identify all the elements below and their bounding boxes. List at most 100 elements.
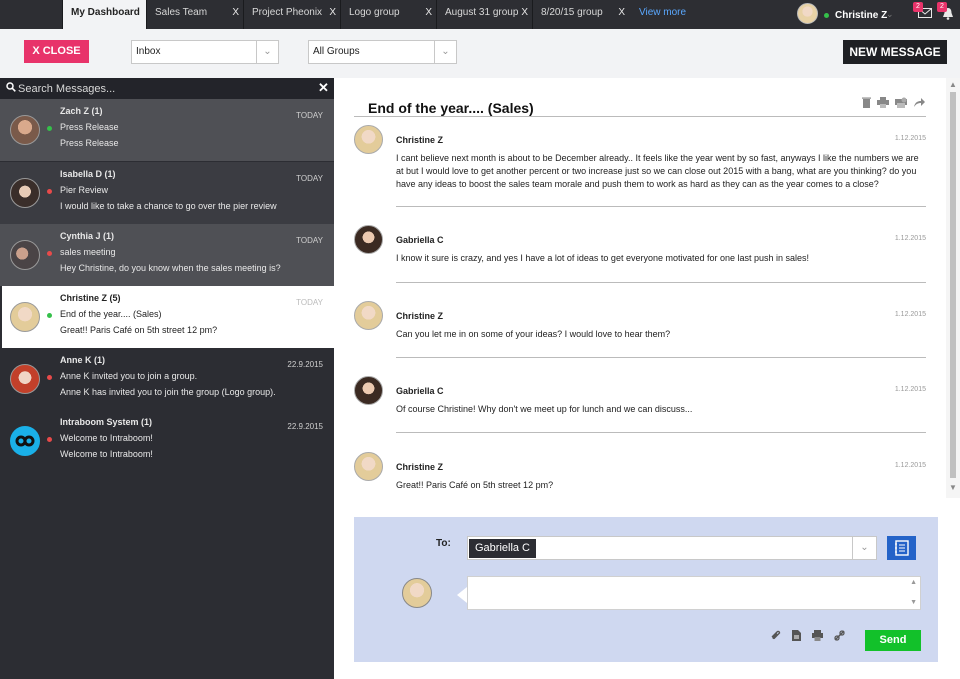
conversation-name: Isabella D (1) — [60, 169, 116, 179]
status-dot — [47, 375, 52, 380]
tab-close-icon[interactable]: X — [618, 0, 625, 26]
conversation-list-panel: Search Messages... ✕ Zach Z (1) Press Re… — [0, 78, 334, 679]
message-date: 1.12.2015 — [894, 311, 926, 318]
avatar — [10, 240, 40, 270]
message-sender: Christine Z — [396, 462, 444, 472]
user-name[interactable]: Christine Z — [835, 10, 887, 21]
tab-label: My Dashboard — [71, 7, 140, 18]
recipient-field[interactable]: Gabriella C ⌄ — [467, 536, 877, 560]
avatar — [402, 578, 432, 608]
print-icon[interactable] — [877, 97, 890, 111]
conversation-name: Zach Z (1) — [60, 106, 103, 116]
tab-8-20-15-group[interactable]: 8/20/15 group X — [532, 0, 629, 29]
user-avatar[interactable] — [797, 3, 818, 24]
scrollbar-thumb[interactable] — [950, 92, 956, 478]
message-sender: Christine Z — [396, 311, 444, 321]
message-textarea[interactable]: ▲ ▼ — [467, 576, 921, 610]
recipient-chip[interactable]: Gabriella C — [469, 539, 536, 558]
thread-pane: End of the year.... (Sales) Christine Z … — [334, 78, 960, 679]
scroll-down-icon[interactable]: ▼ — [910, 599, 917, 606]
search-icon — [6, 82, 16, 95]
divider — [354, 116, 926, 117]
conversation-item[interactable]: Intraboom System (1) Welcome to Intraboo… — [0, 410, 334, 472]
scroll-up-icon[interactable]: ▲ — [949, 80, 957, 89]
conversation-name: Christine Z (5) — [60, 293, 121, 303]
chevron-down-icon[interactable]: ⌄ — [886, 9, 894, 20]
message-text: Can you let me in on some of your ideas?… — [396, 329, 671, 339]
toolbar: X CLOSE Inbox ⌄ All Groups ⌄ NEW MESSAGE — [0, 29, 960, 78]
search-input[interactable]: Search Messages... — [18, 83, 115, 95]
online-status-icon — [824, 13, 829, 18]
divider — [396, 282, 926, 283]
message-date: 1.12.2015 — [894, 462, 926, 469]
avatar — [10, 115, 40, 145]
status-dot — [47, 313, 52, 318]
status-dot — [47, 126, 52, 131]
thread-title: End of the year.... (Sales) — [368, 100, 534, 116]
group-select[interactable]: All Groups ⌄ — [308, 40, 457, 64]
conversation-item-selected[interactable]: Christine Z (5) End of the year.... (Sal… — [0, 286, 334, 348]
clear-search-icon[interactable]: ✕ — [318, 80, 329, 96]
tab-sales-team[interactable]: Sales Team X — [146, 0, 243, 29]
print-icon[interactable] — [812, 630, 824, 644]
intraboom-logo-icon — [10, 426, 40, 456]
speech-pointer — [457, 587, 467, 603]
status-dot — [47, 189, 52, 194]
tab-august-31-group[interactable]: August 31 group X — [436, 0, 532, 29]
status-dot — [47, 251, 52, 256]
divider — [396, 206, 926, 207]
trash-icon[interactable] — [862, 97, 871, 111]
compose-panel: To: Gabriella C ⌄ ▲ ▼ Send — [354, 517, 938, 662]
new-message-button[interactable]: NEW MESSAGE — [843, 40, 947, 64]
conversation-date: TODAY — [296, 111, 323, 120]
attachment-icon[interactable] — [770, 630, 781, 644]
avatar — [354, 301, 383, 330]
search-bar[interactable]: Search Messages... ✕ — [0, 78, 334, 99]
address-book-button[interactable] — [887, 536, 916, 560]
scroll-up-icon[interactable]: ▲ — [910, 579, 917, 586]
conversation-preview: Great!! Paris Café on 5th street 12 pm? — [60, 325, 218, 335]
print-preview-icon[interactable] — [895, 97, 908, 111]
tab-label: Sales Team — [155, 7, 208, 18]
divider — [396, 357, 926, 358]
tab-project-pheonix[interactable]: Project Pheonix X — [243, 0, 340, 29]
chevron-down-icon[interactable]: ⌄ — [852, 537, 876, 559]
link-icon[interactable] — [834, 630, 845, 644]
avatar — [10, 364, 40, 394]
conversation-item[interactable]: Isabella D (1) Pier Review I would like … — [0, 162, 334, 224]
conversation-subject: Welcome to Intraboom! — [60, 433, 153, 443]
message-text: Great!! Paris Café on 5th street 12 pm? — [396, 480, 554, 490]
chevron-down-icon: ⌄ — [256, 41, 278, 63]
message-text: Of course Christine! Why don't we meet u… — [396, 404, 693, 414]
conversation-item[interactable]: Cynthia J (1) sales meeting Hey Christin… — [0, 224, 334, 286]
tab-close-icon[interactable]: X — [232, 0, 239, 26]
message-text: I know it sure is crazy, and yes I have … — [396, 253, 810, 263]
tab-close-icon[interactable]: X — [425, 0, 432, 26]
conversation-item[interactable]: Zach Z (1) Press Release Press Release T… — [0, 99, 334, 161]
message-text: I cant believe next month is about to be… — [396, 153, 919, 189]
conversation-date: 22.9.2015 — [287, 360, 323, 369]
chevron-down-icon: ⌄ — [434, 41, 456, 63]
tab-logo-group[interactable]: Logo group X — [340, 0, 436, 29]
close-button[interactable]: X CLOSE — [24, 40, 89, 63]
scroll-down-icon[interactable]: ▼ — [949, 483, 957, 492]
folder-select[interactable]: Inbox ⌄ — [131, 40, 279, 64]
avatar — [10, 178, 40, 208]
conversation-date: 22.9.2015 — [287, 422, 323, 431]
mail-count-badge: 2 — [913, 2, 923, 12]
folder-select-value: Inbox — [136, 46, 161, 57]
tab-label: 8/20/15 group — [541, 7, 603, 18]
avatar — [10, 302, 40, 332]
thread-scrollbar[interactable]: ▲ ▼ — [946, 78, 960, 498]
tab-close-icon[interactable]: X — [329, 0, 336, 26]
forward-icon[interactable] — [913, 97, 926, 111]
tab-close-icon[interactable]: X — [521, 0, 528, 26]
tab-my-dashboard[interactable]: My Dashboard — [62, 0, 146, 29]
document-icon[interactable] — [792, 630, 802, 644]
send-button[interactable]: Send — [865, 630, 921, 651]
conversation-item[interactable]: Anne K (1) Anne K invited you to join a … — [0, 348, 334, 410]
conversation-subject: Press Release — [60, 122, 119, 132]
conversation-name: Anne K (1) — [60, 355, 105, 365]
view-more-link[interactable]: View more — [639, 0, 686, 26]
conversation-preview: Welcome to Intraboom! — [60, 449, 153, 459]
